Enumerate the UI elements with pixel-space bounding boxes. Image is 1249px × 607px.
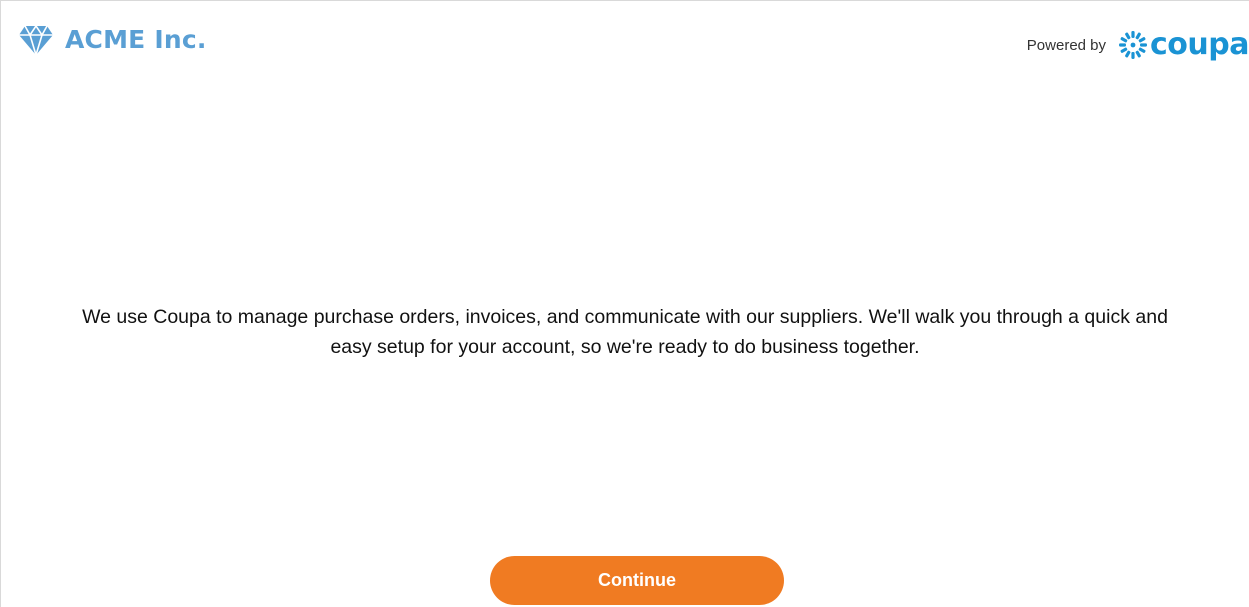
page-header: ACME Inc. Powered by coupa [1,1,1249,91]
welcome-message: We use Coupa to manage purchase orders, … [82,305,1168,358]
continue-button[interactable]: Continue [490,556,784,605]
powered-by-label: Powered by [1026,36,1107,54]
powered-by: Powered by coupa [1027,27,1249,63]
onboarding-page: ACME Inc. Powered by coupa We use Coupa … [0,0,1249,607]
acme-brand: ACME Inc. [19,25,207,55]
brand-name: ACME Inc. [65,25,207,54]
coupa-wordmark: coupa [1150,27,1249,62]
coupa-logo: coupa [1118,27,1249,63]
diamond-icon [19,25,53,55]
coupa-burst-icon [1119,31,1148,59]
